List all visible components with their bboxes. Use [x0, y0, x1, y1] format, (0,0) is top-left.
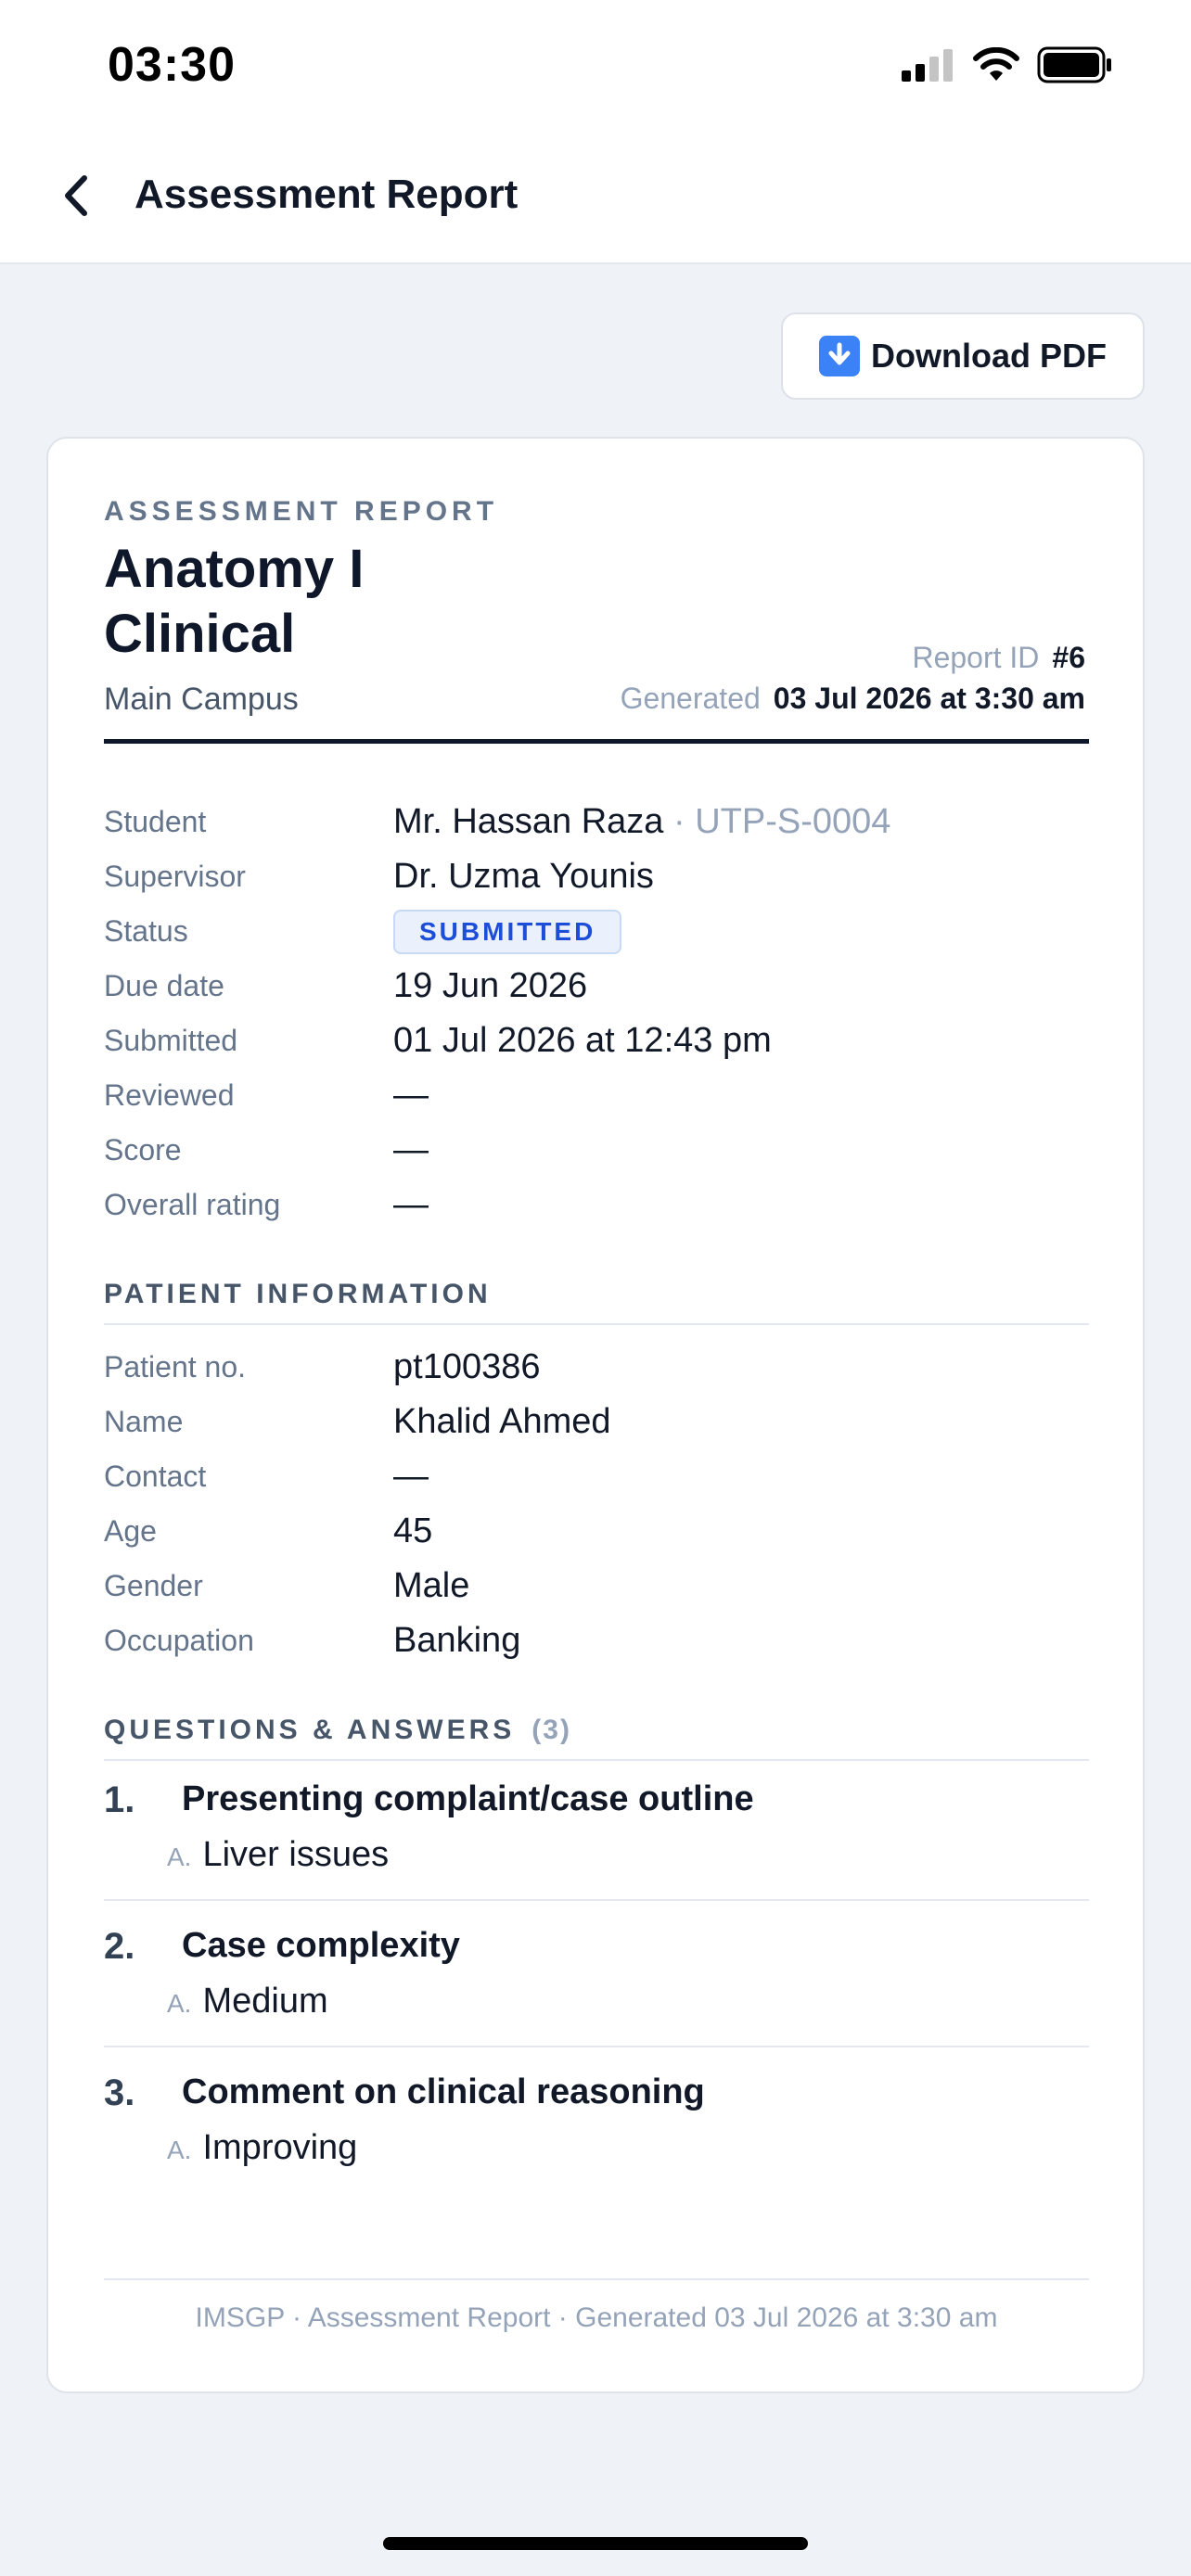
answer-marker: A.: [167, 2136, 192, 2164]
status-icons: [900, 46, 1113, 83]
qa-question: Presenting complaint/case outline: [182, 1779, 754, 1818]
qa-count: (3): [531, 1715, 571, 1745]
detail-label: Student: [104, 805, 207, 838]
home-indicator[interactable]: [383, 2537, 808, 2550]
signal-icon: [902, 49, 953, 82]
qa-divider: [104, 1899, 1089, 1901]
download-pdf-button[interactable]: Download PDF: [781, 312, 1145, 400]
detail-row-submitted: Submitted 01 Jul 2026 at 12:43 pm: [104, 1014, 1089, 1068]
detail-label: Submitted: [104, 1024, 238, 1057]
qa-question: Comment on clinical reasoning: [182, 2072, 705, 2111]
detail-label: Reviewed: [104, 1078, 235, 1112]
qa-divider: [104, 2046, 1089, 2047]
detail-row-reviewed: Reviewed —: [104, 1068, 1089, 1123]
report-eyebrow: ASSESSMENT REPORT: [104, 496, 499, 527]
student-name: Mr. Hassan Raza · UTP-S-0004: [393, 802, 890, 842]
qa-answer: A. Liver issues: [167, 1835, 389, 1875]
student-name-text: Mr. Hassan Raza: [393, 802, 664, 841]
detail-label: Patient no.: [104, 1350, 246, 1384]
generated-label: Generated: [620, 682, 761, 715]
report-footer: IMSGP · Assessment Report · Generated 03…: [195, 2302, 998, 2333]
detail-label: Overall rating: [104, 1188, 281, 1221]
generated-value: 03 Jul 2026 at 3:30 am: [773, 682, 1085, 715]
qa-number: 3.: [104, 2072, 135, 2113]
due-date: 19 Jun 2026: [393, 966, 588, 1005]
qa-answer-text: Medium: [202, 1982, 328, 2021]
detail-row-due: Due date 19 Jun 2026: [104, 959, 1089, 1014]
qa-answer: A. Improving: [167, 2128, 357, 2168]
patient-row-gender: Gender Male: [104, 1559, 1089, 1613]
qa-answer-text: Liver issues: [202, 1835, 390, 1874]
footer-divider: [104, 2278, 1089, 2280]
detail-row-student: Student Mr. Hassan Raza · UTP-S-0004: [104, 795, 1089, 849]
qa-heading: QUESTIONS & ANSWERS (3): [104, 1715, 1089, 1761]
patient-name: Khalid Ahmed: [393, 1402, 611, 1441]
qa-answer: A. Medium: [167, 1982, 328, 2021]
patient-row-no: Patient no. pt100386: [104, 1340, 1089, 1395]
submitted-date: 01 Jul 2026 at 12:43 pm: [393, 1021, 772, 1060]
qa-number: 1.: [104, 1779, 135, 1820]
detail-label: Age: [104, 1514, 157, 1548]
page-title: Assessment Report: [134, 172, 519, 217]
download-pdf-label: Download PDF: [871, 337, 1107, 375]
reviewed-value: —: [393, 1076, 429, 1115]
patient-row-contact: Contact —: [104, 1449, 1089, 1504]
status-badge: SUBMITTED: [393, 909, 622, 954]
report-id-label: Report ID: [912, 641, 1040, 674]
generated-date: Generated 03 Jul 2026 at 3:30 am: [621, 682, 1085, 716]
download-arrow-icon: [819, 336, 860, 376]
student-id: · UTP-S-0004: [673, 802, 891, 841]
patient-gender: Male: [393, 1566, 470, 1605]
detail-row-rating: Overall rating —: [104, 1178, 1089, 1232]
detail-label: Score: [104, 1133, 182, 1167]
report-id: Report ID #6: [912, 641, 1085, 675]
score-value: —: [393, 1130, 429, 1169]
patient-age: 45: [393, 1511, 433, 1550]
answer-marker: A.: [167, 1843, 192, 1871]
report-card: ASSESSMENT REPORT Anatomy I Clinical Mai…: [46, 437, 1145, 2393]
answer-marker: A.: [167, 1989, 192, 2018]
report-title: Anatomy I Clinical: [104, 539, 365, 664]
detail-label: Gender: [104, 1569, 203, 1602]
patient-row-name: Name Khalid Ahmed: [104, 1395, 1089, 1449]
patient-no: pt100386: [393, 1347, 541, 1386]
battery-icon: [1037, 46, 1111, 83]
detail-row-status: Status SUBMITTED: [104, 904, 1089, 959]
detail-row-supervisor: Supervisor Dr. Uzma Younis: [104, 849, 1089, 904]
header-divider: [104, 739, 1089, 744]
qa-question: Case complexity: [182, 1926, 460, 1965]
detail-row-score: Score —: [104, 1123, 1089, 1178]
wifi-icon: [973, 47, 1019, 81]
report-id-value: #6: [1052, 641, 1085, 674]
qa-number: 2.: [104, 1926, 135, 1967]
nav-header: Assessment Report: [0, 134, 1191, 264]
rating-value: —: [393, 1185, 429, 1224]
status-bar: 03:30: [0, 0, 1191, 134]
detail-label: Supervisor: [104, 860, 246, 893]
status-time: 03:30: [108, 38, 236, 92]
detail-label: Status: [104, 914, 188, 948]
patient-occupation: Banking: [393, 1621, 521, 1660]
back-button[interactable]: [48, 168, 104, 223]
qa-heading-text: QUESTIONS & ANSWERS: [104, 1715, 516, 1745]
detail-label: Occupation: [104, 1624, 254, 1657]
detail-label: Contact: [104, 1460, 207, 1493]
qa-answer-text: Improving: [202, 2128, 358, 2167]
patient-contact: —: [393, 1457, 429, 1496]
patient-info-heading: PATIENT INFORMATION: [104, 1279, 1089, 1325]
supervisor-name: Dr. Uzma Younis: [393, 857, 654, 896]
detail-label: Name: [104, 1405, 184, 1438]
patient-row-age: Age 45: [104, 1504, 1089, 1559]
patient-row-occupation: Occupation Banking: [104, 1613, 1089, 1668]
detail-label: Due date: [104, 969, 224, 1002]
chevron-left-icon: [65, 175, 87, 216]
